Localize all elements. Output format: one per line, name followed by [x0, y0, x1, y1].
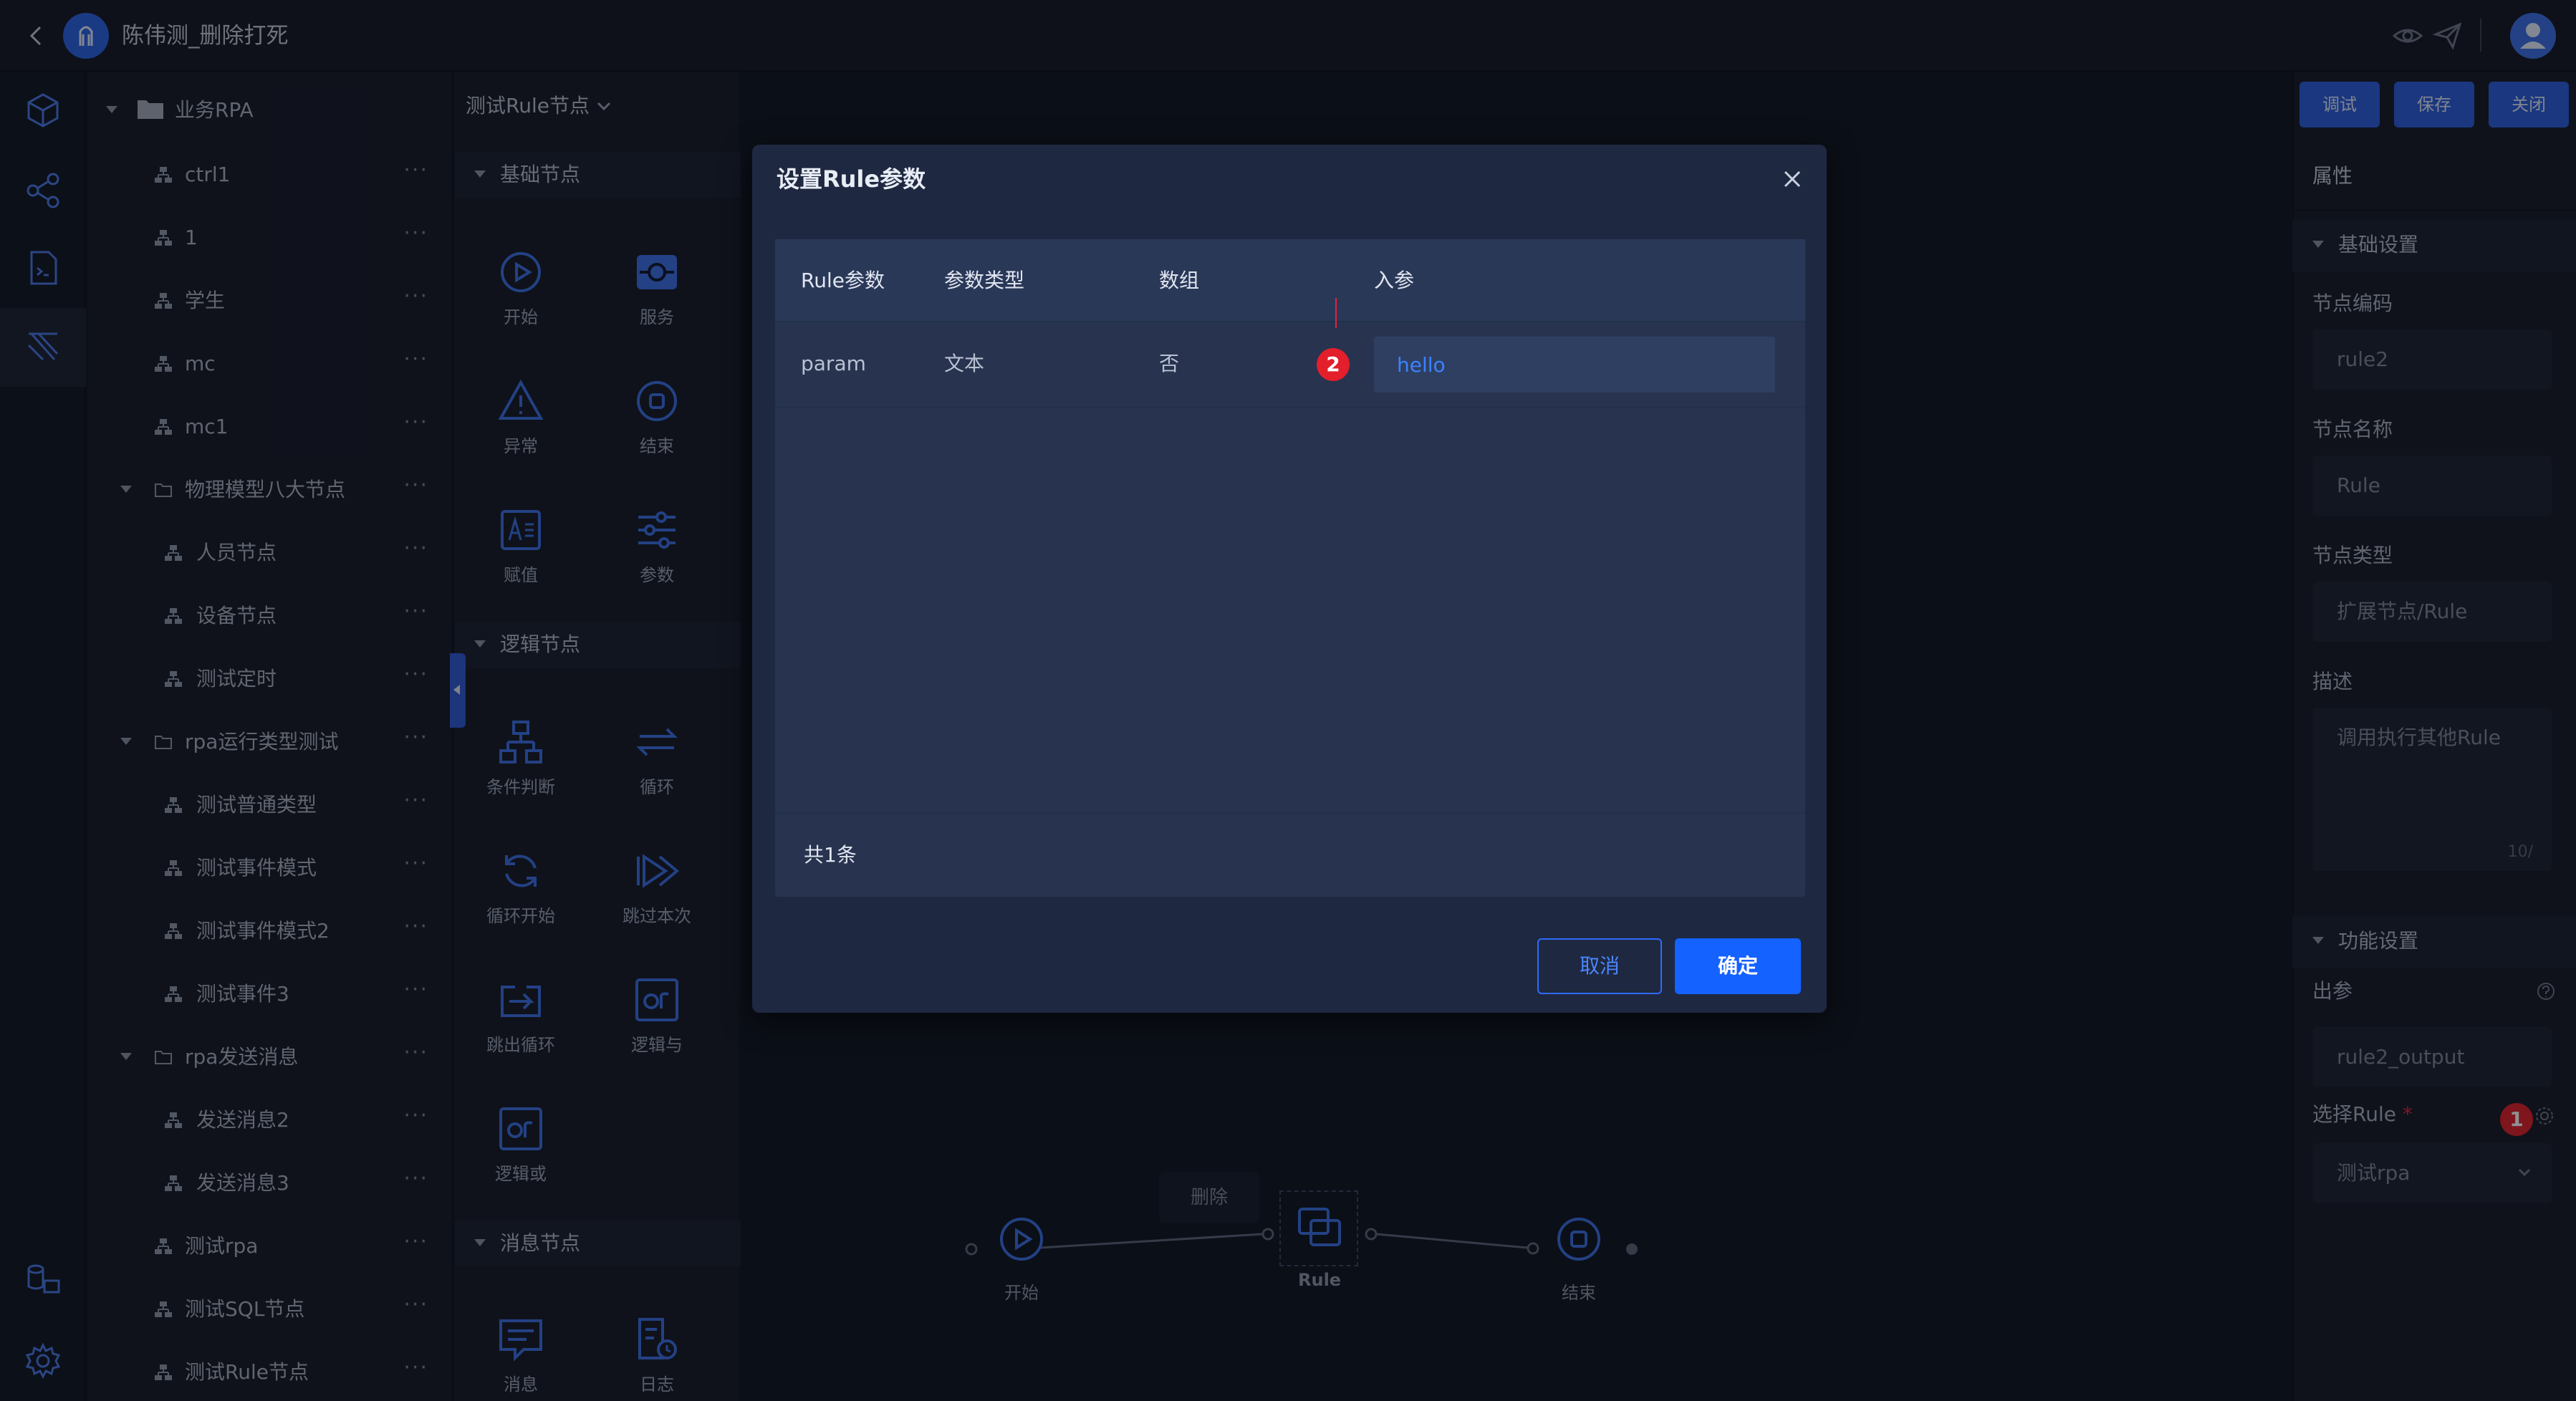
- params-table-header: [775, 239, 1805, 321]
- cell-param: param: [801, 352, 866, 375]
- row-divider: [775, 407, 1805, 408]
- annotation-badge-2: 2: [1317, 348, 1350, 381]
- total-count: 共1条: [804, 843, 857, 867]
- close-icon[interactable]: [1779, 166, 1805, 192]
- cancel-button[interactable]: 取消: [1537, 938, 1662, 994]
- col-param-type: 参数类型: [944, 269, 1025, 292]
- col-rule-param: Rule参数: [801, 269, 885, 292]
- col-array: 数组: [1159, 269, 1200, 292]
- cell-array: 否: [1159, 352, 1180, 375]
- cell-type: 文本: [944, 352, 985, 375]
- input-param-field[interactable]: [1374, 337, 1775, 393]
- table-footer-divider: [775, 812, 1805, 814]
- dialog-title: 设置Rule参数: [777, 165, 926, 193]
- confirm-button[interactable]: 确定: [1675, 938, 1801, 994]
- input-param-value[interactable]: [1374, 337, 1775, 393]
- col-input-param: 入参: [1374, 269, 1415, 292]
